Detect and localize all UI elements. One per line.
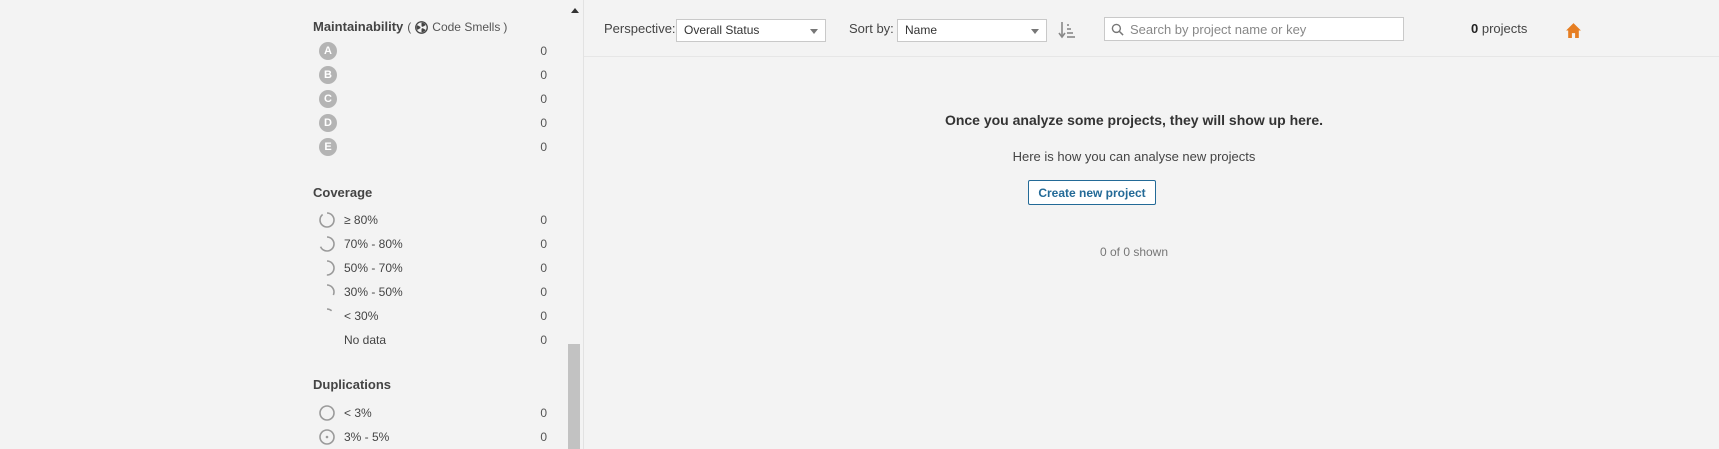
- coverage-donut-icon: [319, 284, 335, 300]
- coverage-label: < 30%: [344, 309, 379, 323]
- project-count-suffix: projects: [1478, 21, 1528, 36]
- maintainability-row-d[interactable]: D 0: [313, 111, 547, 135]
- duplications-circle-icon: [319, 429, 335, 445]
- coverage-label: ≥ 80%: [344, 213, 378, 227]
- facet-count: 0: [540, 285, 547, 299]
- sort-by-select[interactable]: Name: [897, 19, 1047, 42]
- maintainability-metric: Code Smells: [432, 20, 501, 34]
- coverage-row-70-80[interactable]: 70% - 80% 0: [313, 232, 547, 256]
- facet-count: 0: [540, 406, 547, 420]
- duplications-facet: Duplications < 3% 0 3% - 5% 0: [313, 373, 547, 449]
- maintainability-row-c[interactable]: C 0: [313, 87, 547, 111]
- coverage-row-30-50[interactable]: 30% - 50% 0: [313, 280, 547, 304]
- perspective-value: Overall Status: [684, 23, 760, 37]
- coverage-donut-icon: [319, 308, 335, 324]
- rating-c-badge: C: [319, 90, 337, 108]
- search-input[interactable]: [1130, 21, 1390, 37]
- coverage-row-under-30[interactable]: < 30% 0: [313, 304, 547, 328]
- coverage-facet: Coverage ≥ 80% 0 70% - 80% 0 50% - 70% 0: [313, 181, 547, 352]
- coverage-label: No data: [344, 333, 387, 347]
- coverage-label: 70% - 80%: [344, 237, 403, 251]
- facet-count: 0: [540, 333, 547, 347]
- rating-d-badge: D: [319, 114, 337, 132]
- maintainability-row-b[interactable]: B 0: [313, 63, 547, 87]
- sort-by-label: Sort by:: [849, 21, 894, 36]
- empty-state-title: Once you analyze some projects, they wil…: [944, 112, 1324, 128]
- chevron-down-icon: [810, 29, 818, 34]
- perspective-select[interactable]: Overall Status: [676, 19, 826, 42]
- coverage-label: 30% - 50%: [344, 285, 403, 299]
- duplications-label: < 3%: [344, 406, 372, 420]
- shown-count-text: 0 of 0 shown: [1099, 245, 1169, 259]
- scroll-up-arrow-icon[interactable]: [567, 4, 583, 16]
- duplications-label: 3% - 5%: [344, 430, 390, 444]
- coverage-donut-icon: [319, 260, 335, 276]
- duplications-circle-icon: [319, 405, 335, 421]
- facet-count: 0: [540, 309, 547, 323]
- facet-count: 0: [540, 213, 547, 227]
- sort-by-value: Name: [905, 23, 938, 37]
- empty-state-subtitle: Here is how you can analyse new projects: [1012, 149, 1256, 164]
- facet-count: 0: [540, 140, 547, 154]
- coverage-row-no-data[interactable]: No data 0: [313, 328, 547, 352]
- facet-count: 0: [540, 430, 547, 444]
- maintainability-row-a[interactable]: A 0: [313, 39, 547, 63]
- maintainability-title: Maintainability: [313, 19, 404, 34]
- sort-direction-icon[interactable]: [1058, 20, 1076, 40]
- facet-count: 0: [540, 237, 547, 251]
- filters-sidebar: Maintainability ( Code Smells ) A 0 B 0: [0, 0, 584, 449]
- code-smell-icon: [415, 20, 429, 34]
- duplications-row-under-3[interactable]: < 3% 0: [313, 401, 547, 425]
- rating-a-badge: A: [319, 42, 337, 60]
- coverage-row-50-70[interactable]: 50% - 70% 0: [313, 256, 547, 280]
- facet-count: 0: [540, 44, 547, 58]
- chevron-down-icon: [1031, 29, 1039, 34]
- duplications-row-3-5[interactable]: 3% - 5% 0: [313, 425, 547, 449]
- maintainability-row-e[interactable]: E 0: [313, 135, 547, 159]
- maintainability-facet: Maintainability ( Code Smells ) A 0 B 0: [313, 15, 547, 159]
- rating-b-badge: B: [319, 66, 337, 84]
- facet-count: 0: [540, 92, 547, 106]
- create-new-project-button[interactable]: Create new project: [1028, 180, 1156, 205]
- maintainability-facet-title: Maintainability ( Code Smells ): [313, 15, 547, 39]
- project-search-box[interactable]: [1104, 17, 1404, 41]
- project-count: 0 projects: [1471, 21, 1527, 36]
- duplications-facet-title: Duplications: [313, 377, 392, 392]
- facet-count: 0: [540, 116, 547, 130]
- coverage-label: 50% - 70%: [344, 261, 403, 275]
- perspective-label: Perspective:: [604, 21, 676, 36]
- coverage-row-80-plus[interactable]: ≥ 80% 0: [313, 208, 547, 232]
- sidebar-scrollbar-thumb[interactable]: [568, 344, 580, 449]
- projects-toolbar: Perspective: Overall Status Sort by: Nam…: [584, 0, 1719, 57]
- coverage-donut-icon: [319, 212, 335, 228]
- facet-count: 0: [540, 261, 547, 275]
- facet-count: 0: [540, 68, 547, 82]
- coverage-donut-icon: [319, 236, 335, 252]
- home-icon[interactable]: [1565, 22, 1582, 39]
- search-icon: [1111, 23, 1124, 36]
- coverage-facet-title: Coverage: [313, 185, 373, 200]
- rating-e-badge: E: [319, 138, 337, 156]
- projects-main-panel: Perspective: Overall Status Sort by: Nam…: [584, 0, 1719, 449]
